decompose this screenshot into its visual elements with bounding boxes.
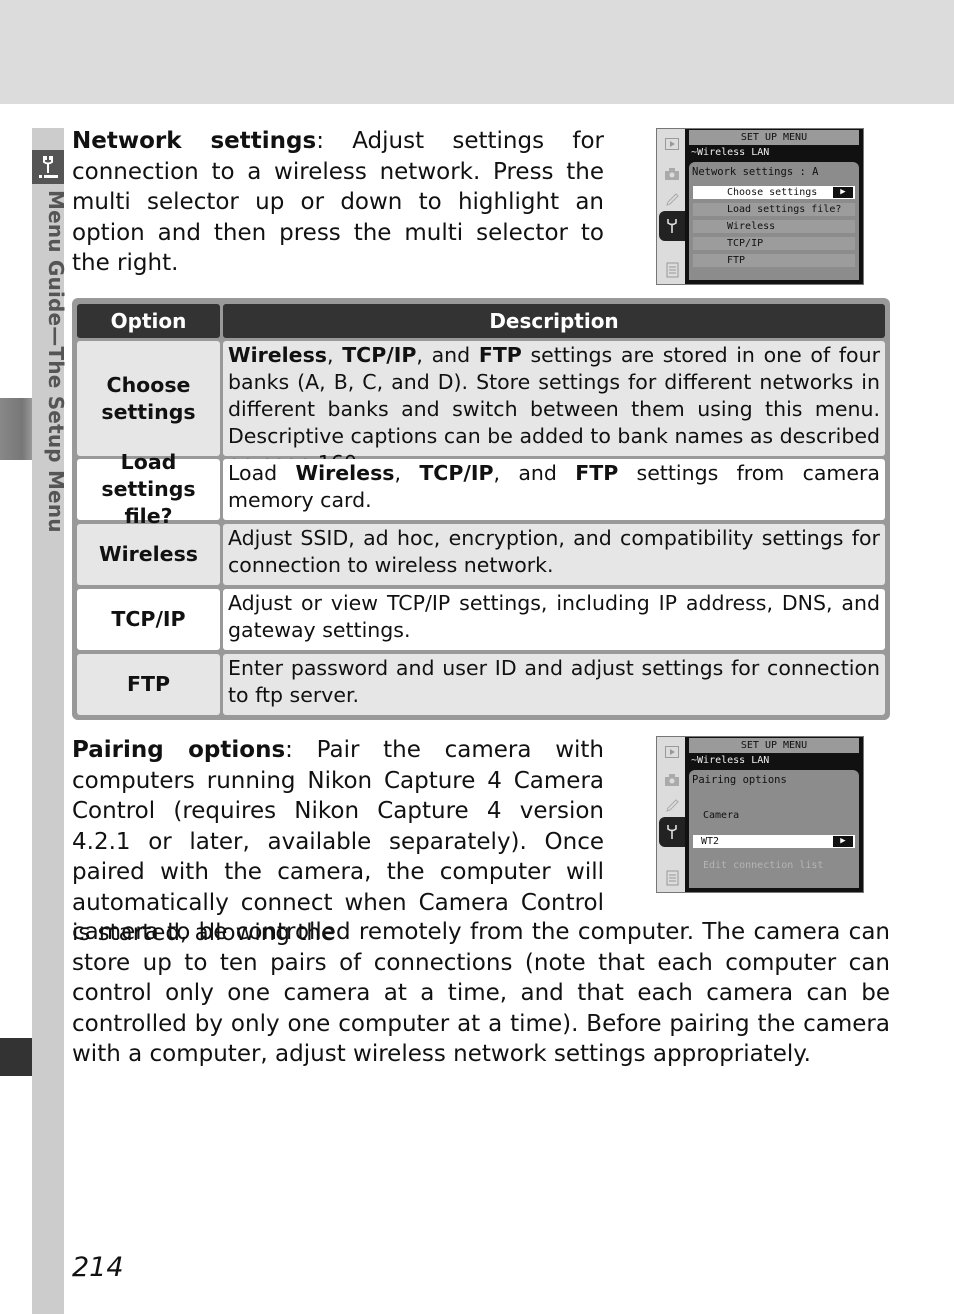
lcd-network-settings-screenshot: SET UP MENU ~Wireless LAN Network settin… xyxy=(656,128,864,285)
pencil-icon xyxy=(663,191,680,208)
options-table: Option Description Choose settings Wirel… xyxy=(72,298,890,720)
option-tcpip: TCP/IP xyxy=(77,589,220,650)
lcd-item-ftp[interactable]: FTP xyxy=(693,254,855,267)
description-cell: Adjust SSID, ad hoc, encryption, and com… xyxy=(223,524,885,585)
network-settings-term: Network settings xyxy=(72,128,317,154)
description-cell: Load Wireless, TCP/IP, and FTP settings … xyxy=(223,459,885,520)
option-ftp: FTP xyxy=(77,654,220,715)
chapter-tab-marker xyxy=(0,398,32,460)
section-label-text: Menu Guide—The Setup Menu xyxy=(44,190,68,533)
lcd-heading: Pairing options xyxy=(692,774,787,786)
playback-icon xyxy=(663,135,680,152)
recent-settings-icon xyxy=(663,261,680,278)
camera-icon xyxy=(663,165,680,182)
lcd-item-edit-connection-list[interactable]: Edit connection list xyxy=(703,860,823,871)
description-cell: Enter password and user ID and adjust se… xyxy=(223,654,885,715)
arrow-right-icon: ▶ xyxy=(833,836,853,847)
lcd-menu-title: SET UP MENU xyxy=(689,738,859,753)
option-wireless: Wireless xyxy=(77,524,220,585)
option-load-settings-file: Load settings file? xyxy=(77,450,220,528)
bottom-tab-marker xyxy=(0,1038,32,1076)
header-option: Option xyxy=(77,304,220,338)
header-description: Description xyxy=(223,304,885,338)
pairing-options-paragraph-continued: camera to be controlled remotely from th… xyxy=(72,919,890,1067)
lcd-item-choose-settings[interactable]: Choose settings ▶ xyxy=(693,186,855,199)
top-header-band xyxy=(0,0,954,104)
wrench-icon xyxy=(659,211,685,241)
lcd-camera-label: Camera xyxy=(703,810,740,821)
lcd-item-wireless[interactable]: Wireless xyxy=(693,220,855,233)
pencil-icon xyxy=(663,797,680,814)
camera-icon xyxy=(663,771,680,788)
wrench-icon xyxy=(39,156,58,178)
lcd-menu-title: SET UP MENU xyxy=(689,130,859,145)
lcd-heading: Network settings : A xyxy=(692,166,819,178)
description-cell: Wireless, TCP/IP, and FTP settings are s… xyxy=(223,341,885,475)
lcd-submenu-title: ~Wireless LAN xyxy=(691,147,770,158)
wrench-icon xyxy=(659,817,685,847)
section-side-label: Menu Guide—The Setup Menu xyxy=(32,190,68,533)
description-cell: Adjust or view TCP/IP settings, includin… xyxy=(223,589,885,650)
lcd-item-load-settings[interactable]: Load settings file? xyxy=(693,203,855,216)
arrow-right-icon: ▶ xyxy=(833,187,853,198)
recent-settings-icon xyxy=(663,869,680,886)
playback-icon xyxy=(663,743,680,760)
lcd-submenu-title: ~Wireless LAN xyxy=(691,755,770,766)
pairing-options-term: Pairing options xyxy=(72,737,286,763)
setup-menu-tab-icon xyxy=(32,150,64,184)
lcd-item-wt2[interactable]: WT2 ▶ xyxy=(693,835,855,848)
lcd-item-tcpip[interactable]: TCP/IP xyxy=(693,237,855,250)
network-settings-paragraph: Network settings: Adjust settings for co… xyxy=(72,128,604,276)
lcd-pairing-options-screenshot: SET UP MENU ~Wireless LAN Pairing option… xyxy=(656,736,864,893)
page-number: 214 xyxy=(72,1252,124,1283)
option-choose-settings: Choose settings xyxy=(77,341,220,456)
